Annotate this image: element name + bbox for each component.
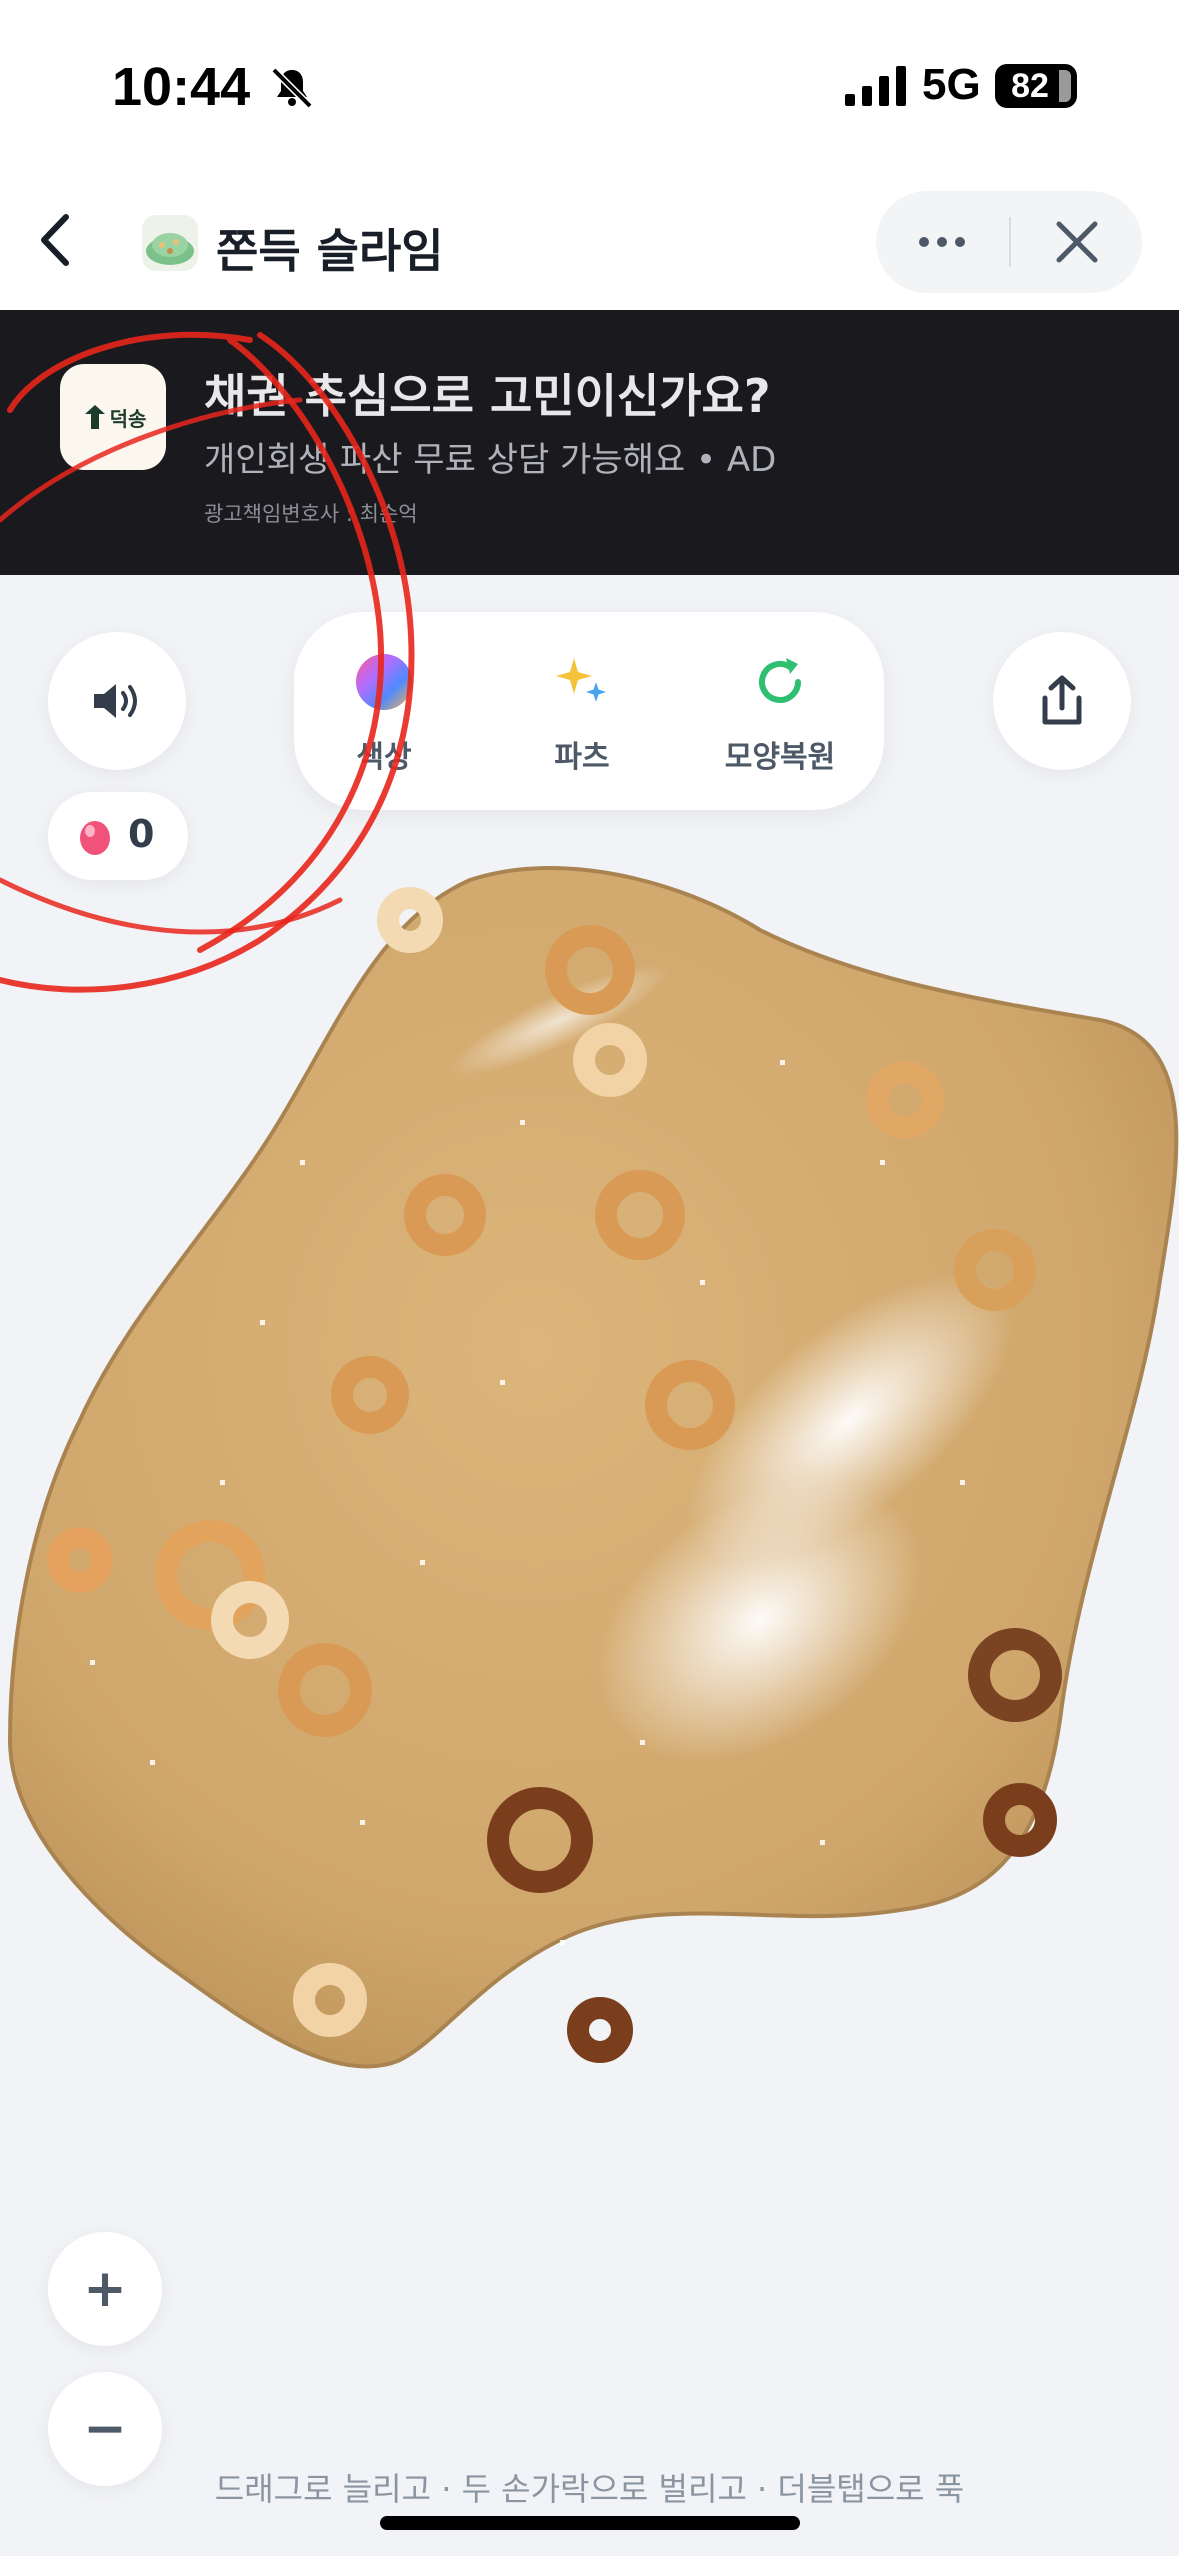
tool-panel: 색상 파츠 모양복원 bbox=[294, 612, 884, 810]
sound-button[interactable] bbox=[48, 632, 186, 770]
color-wheel-icon bbox=[356, 654, 412, 710]
ad-logo-text: 덕송 bbox=[109, 406, 147, 431]
close-icon bbox=[1056, 221, 1098, 263]
bell-muted-icon bbox=[271, 67, 313, 109]
gem-count: 0 bbox=[128, 812, 155, 856]
minus-icon: − bbox=[83, 2399, 127, 2459]
tree-icon bbox=[84, 405, 105, 429]
refresh-icon bbox=[759, 658, 801, 703]
ad-banner[interactable]: 덕송 채권 추심으로 고민이신가요? 개인회생 파산 무료 상담 가능해요 • … bbox=[0, 310, 1179, 575]
ad-logo: 덕송 bbox=[60, 364, 166, 470]
reset-shape-button[interactable]: 모양복원 bbox=[690, 612, 870, 810]
share-icon bbox=[1042, 675, 1082, 725]
speaker-icon bbox=[94, 684, 137, 718]
more-horizontal-icon bbox=[919, 237, 965, 247]
parts-tool-label: 파츠 bbox=[554, 740, 610, 775]
divider bbox=[1009, 217, 1011, 267]
slime-canvas[interactable] bbox=[0, 860, 1179, 2160]
slime-app-icon bbox=[142, 215, 198, 271]
cellular-signal-icon bbox=[845, 66, 906, 106]
pink-gem-icon bbox=[80, 821, 110, 855]
battery-icon: 82 bbox=[995, 64, 1077, 108]
plus-icon: + bbox=[83, 2259, 127, 2319]
home-indicator[interactable] bbox=[380, 2516, 800, 2530]
nav-bar: 쫀득 슬라임 bbox=[0, 175, 1179, 310]
parts-tool-button[interactable]: 파츠 bbox=[492, 612, 672, 810]
page-title: 쫀득 슬라임 bbox=[216, 224, 444, 278]
network-type: 5G bbox=[922, 60, 981, 109]
back-button[interactable] bbox=[24, 205, 94, 275]
color-tool-button[interactable]: 색상 bbox=[294, 612, 474, 810]
reset-shape-label: 모양복원 bbox=[724, 740, 836, 775]
gesture-hint: 드래그로 늘리고 · 두 손가락으로 벌리고 · 더블탭으로 푹 bbox=[214, 2470, 965, 2508]
ad-subtitle: 개인회생 파산 무료 상담 가능해요 • AD bbox=[204, 440, 777, 480]
ad-disclaimer: 광고책임변호사 : 최순억 bbox=[204, 502, 418, 526]
color-tool-label: 색상 bbox=[356, 740, 412, 775]
sparkles-icon bbox=[556, 658, 606, 702]
share-button[interactable] bbox=[993, 632, 1131, 770]
more-button[interactable] bbox=[876, 191, 1008, 293]
close-button[interactable] bbox=[1012, 191, 1142, 293]
nav-actions bbox=[876, 191, 1142, 293]
status-bar: 10:44 5G 82 bbox=[0, 0, 1179, 175]
ad-title: 채권 추심으로 고민이신가요? bbox=[204, 369, 771, 423]
status-time: 10:44 bbox=[112, 57, 251, 117]
zoom-in-button[interactable]: + bbox=[48, 2232, 162, 2346]
